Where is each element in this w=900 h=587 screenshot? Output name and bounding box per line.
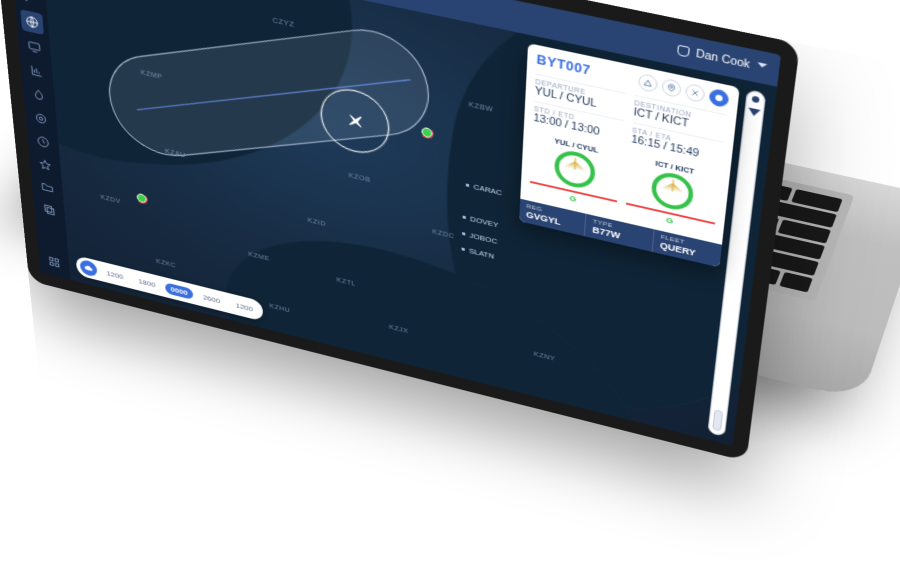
laptop-screen: FLIGHT TRACKING skybook Dan Cook	[0, 0, 800, 461]
sidebar-target[interactable]	[29, 106, 52, 131]
region-label: KZOB	[349, 172, 371, 184]
cloud-icon[interactable]	[80, 259, 98, 278]
status-dep: YUL / CYUL G	[529, 133, 620, 212]
waypoint-origin[interactable]	[137, 193, 147, 204]
alt-seg[interactable]: 1200	[230, 298, 259, 316]
filter-icon[interactable]	[747, 107, 760, 122]
sidebar-fuel[interactable]	[27, 82, 50, 107]
user-name: Dan Cook	[695, 48, 750, 71]
chevron-down-icon	[757, 62, 768, 72]
alt-seg[interactable]: 1200	[100, 266, 129, 284]
sidebar-screen[interactable]	[23, 34, 47, 60]
sidebar-copy[interactable]	[38, 198, 60, 222]
sidebar-globe[interactable]	[20, 9, 44, 35]
card-pin-button[interactable]	[661, 78, 681, 99]
gauge-icon	[650, 169, 695, 213]
status-dest: ICT / KICT G	[625, 155, 720, 235]
sidebar-chart[interactable]	[25, 58, 48, 83]
region-label: KZID	[308, 217, 326, 228]
region-label: KZDV	[100, 194, 120, 205]
aircraft-icon	[339, 107, 371, 136]
waypoint-destination[interactable]	[421, 127, 432, 139]
alt-seg[interactable]: 1800	[132, 274, 161, 292]
sidebar-route[interactable]	[18, 0, 42, 10]
alt-seg[interactable]: 2600	[197, 290, 226, 308]
sidebar-clock[interactable]	[32, 130, 55, 155]
rail-dot-icon[interactable]	[752, 96, 760, 104]
gauge-icon	[554, 147, 597, 191]
card-warning-button[interactable]	[638, 73, 658, 93]
sidebar-folder[interactable]	[36, 176, 59, 200]
flight-id: BYT007	[536, 52, 591, 78]
bell-icon[interactable]	[676, 44, 689, 57]
sidebar-star[interactable]	[34, 153, 57, 177]
region-label: KZKC	[156, 258, 176, 269]
rail-scroll[interactable]	[712, 409, 723, 432]
card-info-button[interactable]	[709, 88, 730, 109]
map-canvas[interactable]: CZYZ KZMP KZBW KZAU KZOB KZDC KZID KZME …	[40, 0, 777, 446]
sidebar-grid[interactable]	[43, 250, 65, 273]
alt-seg-active[interactable]: 0000	[165, 282, 194, 300]
card-close-button[interactable]	[685, 83, 706, 104]
